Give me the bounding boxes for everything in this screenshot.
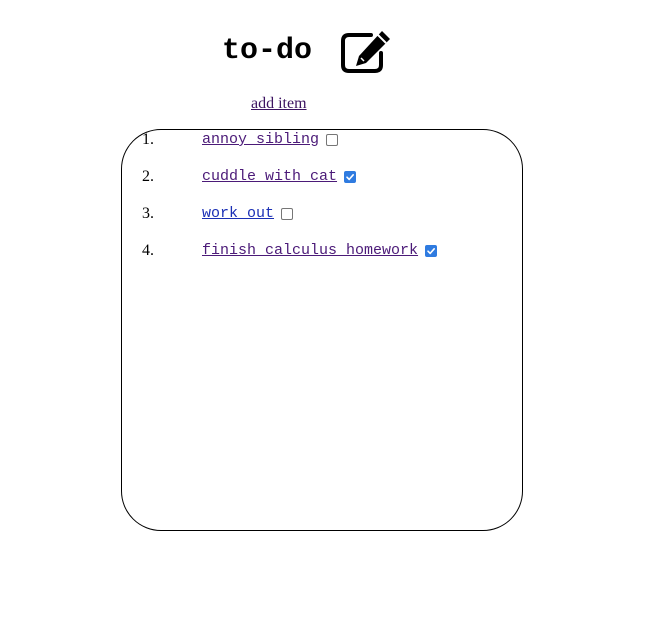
checkmark-icon (427, 248, 436, 255)
item-link[interactable]: cuddle with cat (202, 166, 357, 188)
item-label[interactable]: work out (202, 203, 274, 225)
item-number: 3. (142, 205, 154, 222)
todo-list: 1. annoy sibling 2. cuddle with cat 3. w… (121, 129, 523, 531)
page-title: to-do (222, 34, 313, 68)
item-checkbox[interactable] (281, 208, 294, 220)
add-item-link[interactable]: add item (251, 95, 307, 113)
item-link[interactable]: annoy sibling (202, 129, 339, 151)
item-link[interactable]: finish calculus homework (202, 240, 438, 262)
item-label[interactable]: finish calculus homework (202, 240, 418, 262)
item-number: 1. (142, 131, 154, 148)
item-checkbox[interactable] (326, 134, 339, 146)
item-label[interactable]: annoy sibling (202, 129, 319, 151)
item-link[interactable]: work out (202, 203, 294, 225)
item-label[interactable]: cuddle with cat (202, 166, 337, 188)
checkmark-icon (346, 174, 355, 181)
item-number: 2. (142, 168, 154, 185)
item-checkbox[interactable] (344, 171, 357, 183)
app-header: to-do (222, 28, 390, 74)
item-number: 4. (142, 242, 154, 259)
edit-icon (341, 29, 393, 73)
item-checkbox[interactable] (425, 245, 438, 257)
